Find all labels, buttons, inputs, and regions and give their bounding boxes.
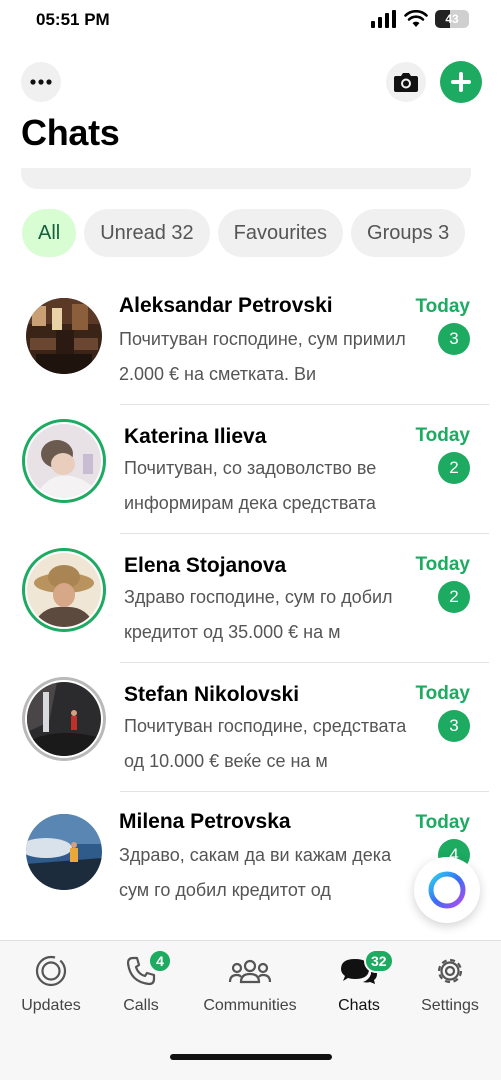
tab-label: Calls: [123, 997, 159, 1014]
meta-ai-button[interactable]: [414, 857, 480, 923]
chat-preview: Здраво, сакам да ви кажам дека сум го до…: [119, 845, 392, 900]
tab-settings[interactable]: Settings: [418, 951, 482, 1015]
unread-badge: 2: [438, 452, 470, 484]
chats-badge: 32: [364, 949, 394, 973]
status-bar: 05:51 PM 43: [0, 0, 501, 42]
more-options-button[interactable]: [21, 62, 61, 102]
unread-badge: 2: [438, 581, 470, 613]
chat-time: Today: [415, 425, 470, 446]
more-horizontal-icon: [30, 79, 52, 85]
avatar[interactable]: [22, 294, 106, 378]
unread-badge: 3: [438, 710, 470, 742]
tab-label: Updates: [21, 997, 81, 1014]
chat-name: Milena Petrovska: [119, 810, 291, 833]
status-icons: 43: [371, 10, 469, 28]
calls-badge: 4: [148, 949, 172, 973]
chat-preview: Почитуван господине, средствата од 10.00…: [124, 716, 407, 771]
plus-icon: [451, 72, 471, 92]
avatar[interactable]: [22, 810, 106, 894]
status-time: 05:51 PM: [36, 10, 110, 29]
chat-preview: Здраво господине, сум го добил кредитот …: [124, 587, 393, 642]
bottom-tab-bar: Updates 4 Calls Communities 32 Chats Set…: [0, 940, 501, 1030]
filter-chip-unread[interactable]: Unread 32: [84, 209, 210, 257]
filter-chips: All Unread 32 Favourites Groups 3: [22, 209, 466, 257]
battery-icon: 43: [435, 10, 469, 28]
tab-calls[interactable]: 4 Calls: [116, 949, 172, 1015]
unread-badge: 3: [438, 323, 470, 355]
tab-label: Settings: [421, 997, 479, 1014]
avatar[interactable]: [22, 548, 106, 632]
chat-name: Katerina Ilieva: [124, 425, 267, 448]
avatar-photo: [27, 682, 101, 756]
chat-preview: Почитуван господине, сум примил 2.000 € …: [119, 329, 406, 384]
chat-name: Stefan Nikolovski: [124, 683, 300, 706]
filter-chip-all[interactable]: All: [22, 209, 77, 257]
chat-name: Aleksandar Petrovski: [119, 294, 333, 317]
camera-icon: [394, 73, 418, 92]
search-input[interactable]: [21, 168, 471, 189]
chat-row[interactable]: Elena Stojanova Здраво господине, сум го…: [0, 534, 501, 663]
avatar[interactable]: [22, 419, 106, 503]
avatar-photo: [27, 553, 101, 627]
tab-communities[interactable]: Communities: [200, 951, 300, 1015]
chat-row[interactable]: Katerina Ilieva Почитуван, со задоволств…: [0, 405, 501, 534]
new-chat-button[interactable]: [440, 61, 482, 103]
battery-level: 43: [445, 12, 459, 26]
communities-icon: [228, 959, 272, 984]
gear-icon: [437, 958, 463, 984]
avatar-photo: [26, 298, 102, 374]
chat-time: Today: [415, 296, 470, 317]
tab-label: Communities: [203, 997, 297, 1014]
avatar-photo: [27, 424, 101, 498]
chat-name: Elena Stojanova: [124, 554, 287, 577]
camera-button[interactable]: [386, 62, 426, 102]
filter-chip-groups[interactable]: Groups 3: [351, 209, 466, 257]
home-indicator[interactable]: [170, 1054, 332, 1060]
tab-chats[interactable]: 32 Chats: [334, 949, 394, 1015]
signal-icon: [371, 10, 396, 28]
tab-updates[interactable]: Updates: [20, 951, 82, 1015]
chat-row[interactable]: Aleksandar Petrovski Почитуван господине…: [0, 276, 501, 405]
avatar[interactable]: [22, 677, 106, 761]
tab-label: Chats: [338, 997, 380, 1014]
chat-time: Today: [415, 683, 470, 704]
updates-icon: [35, 955, 67, 987]
chat-time: Today: [415, 812, 470, 833]
meta-ai-icon: [428, 871, 466, 909]
chat-preview: Почитуван, со задоволство ве информирам …: [124, 458, 377, 513]
filter-chip-favourites[interactable]: Favourites: [217, 209, 344, 257]
avatar-photo: [26, 814, 102, 890]
page-title: Chats: [21, 112, 120, 153]
wifi-icon: [404, 10, 428, 27]
chat-time: Today: [415, 554, 470, 575]
chat-row[interactable]: Stefan Nikolovski Почитуван господине, с…: [0, 663, 501, 792]
